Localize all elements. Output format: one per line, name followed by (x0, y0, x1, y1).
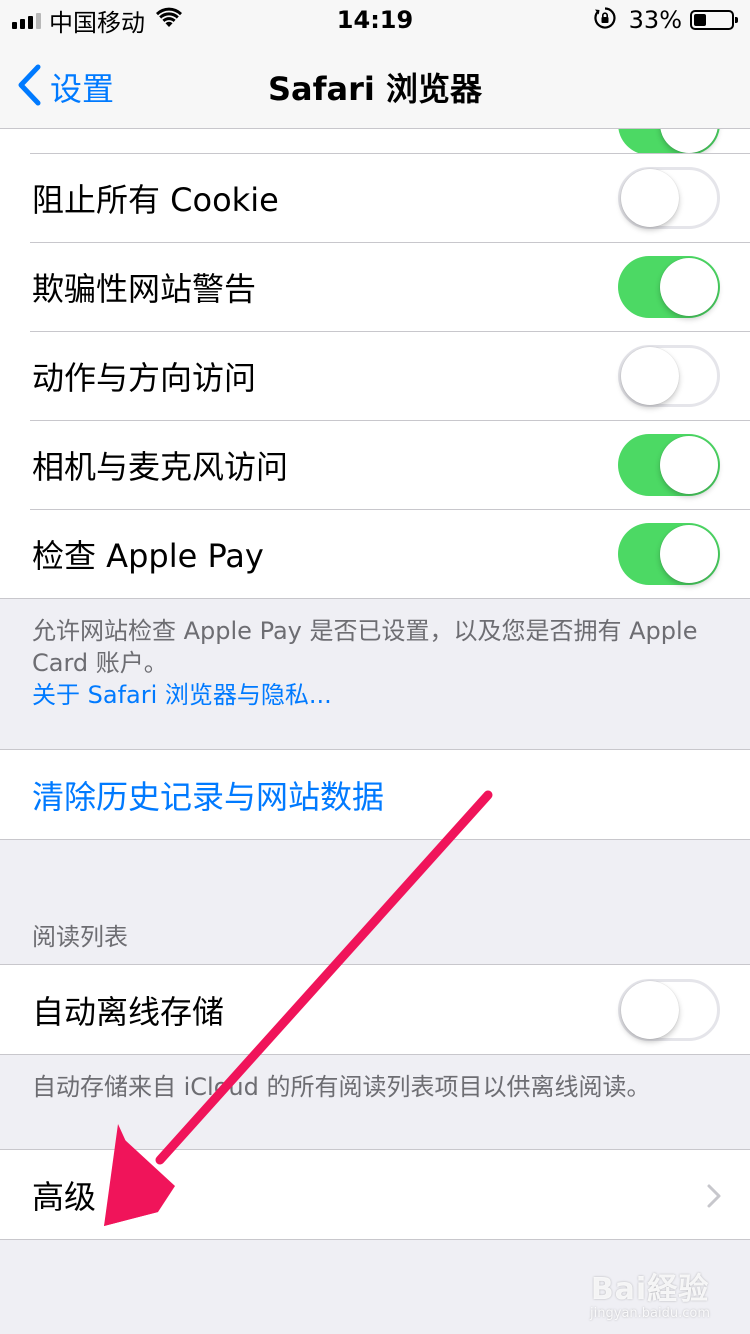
auto-offline-toggle[interactable] (618, 978, 720, 1041)
setting-label: 检查 Apple Pay (32, 536, 264, 575)
clear-history-button[interactable]: 清除历史记录与网站数据 (0, 750, 750, 839)
check-apple-pay-toggle[interactable] (618, 522, 720, 585)
privacy-footer: 允许网站检查 Apple Pay 是否已设置，以及您是否拥有 Apple Car… (0, 599, 750, 749)
setting-row-motion-access: 动作与方向访问 (0, 331, 750, 420)
privacy-group: 阻止所有 Cookie 欺骗性网站警告 动作与方向访问 相机与麦克风访问 检查 … (0, 128, 750, 599)
clear-data-group: 清除历史记录与网站数据 (0, 749, 750, 840)
privacy-info-link[interactable]: 关于 Safari 浏览器与隐私... (32, 679, 718, 711)
chevron-right-icon (706, 1183, 722, 1213)
setting-label: 欺骗性网站警告 (32, 269, 257, 308)
watermark-url: jingyan.baidu.com (590, 1306, 710, 1321)
reading-list-group: 自动离线存储 (0, 964, 750, 1055)
battery-percent: 33% (628, 6, 682, 34)
right-status: 33% (593, 6, 738, 34)
motion-access-toggle[interactable] (618, 344, 720, 407)
settings-content: 阻止所有 Cookie 欺骗性网站警告 动作与方向访问 相机与麦克风访问 检查 … (0, 128, 750, 1240)
setting-row-block-cookies: 阻止所有 Cookie (0, 153, 750, 242)
watermark-logo: Bai経验 (590, 1272, 710, 1307)
setting-row-partial (0, 128, 750, 153)
setting-row-camera-mic-access: 相机与麦克风访问 (0, 420, 750, 509)
privacy-footer-text: 允许网站检查 Apple Pay 是否已设置，以及您是否拥有 Apple Car… (32, 617, 698, 677)
reading-list-footer: 自动存储来自 iCloud 的所有阅读列表项目以供离线阅读。 (0, 1055, 750, 1149)
page-title: Safari 浏览器 (267, 70, 483, 108)
navigation-bar: 设置 Safari 浏览器 (0, 40, 750, 129)
setting-row-auto-offline: 自动离线存储 (0, 965, 750, 1054)
status-bar: 中国移动 14:19 33% (0, 0, 750, 40)
screen: 中国移动 14:19 33% 设置 Safari 浏览器 阻止所有 Cookie… (0, 0, 750, 1334)
setting-label: 自动离线存储 (32, 992, 225, 1031)
rotation-lock-icon (593, 6, 617, 34)
setting-row-fraud-warning: 欺骗性网站警告 (0, 242, 750, 331)
fraud-warning-toggle[interactable] (618, 255, 720, 318)
advanced-group: 高级 (0, 1149, 750, 1240)
clear-history-label: 清除历史记录与网站数据 (32, 777, 385, 816)
setting-label: 阻止所有 Cookie (32, 180, 279, 219)
setting-row-check-apple-pay: 检查 Apple Pay (0, 509, 750, 598)
advanced-label: 高级 (32, 1177, 97, 1216)
block-cookies-toggle[interactable] (618, 166, 720, 229)
reading-list-footer-text: 自动存储来自 iCloud 的所有阅读列表项目以供离线阅读。 (32, 1073, 651, 1101)
advanced-row[interactable]: 高级 (0, 1150, 750, 1239)
setting-label: 相机与麦克风访问 (32, 447, 289, 486)
camera-mic-access-toggle[interactable] (618, 433, 720, 496)
reading-list-header: 阅读列表 (32, 923, 128, 951)
toggle-switch[interactable] (618, 128, 720, 153)
baidu-watermark: Bai経验 jingyan.baidu.com (590, 1264, 710, 1321)
battery-icon (690, 10, 738, 30)
setting-label: 动作与方向访问 (32, 358, 257, 397)
